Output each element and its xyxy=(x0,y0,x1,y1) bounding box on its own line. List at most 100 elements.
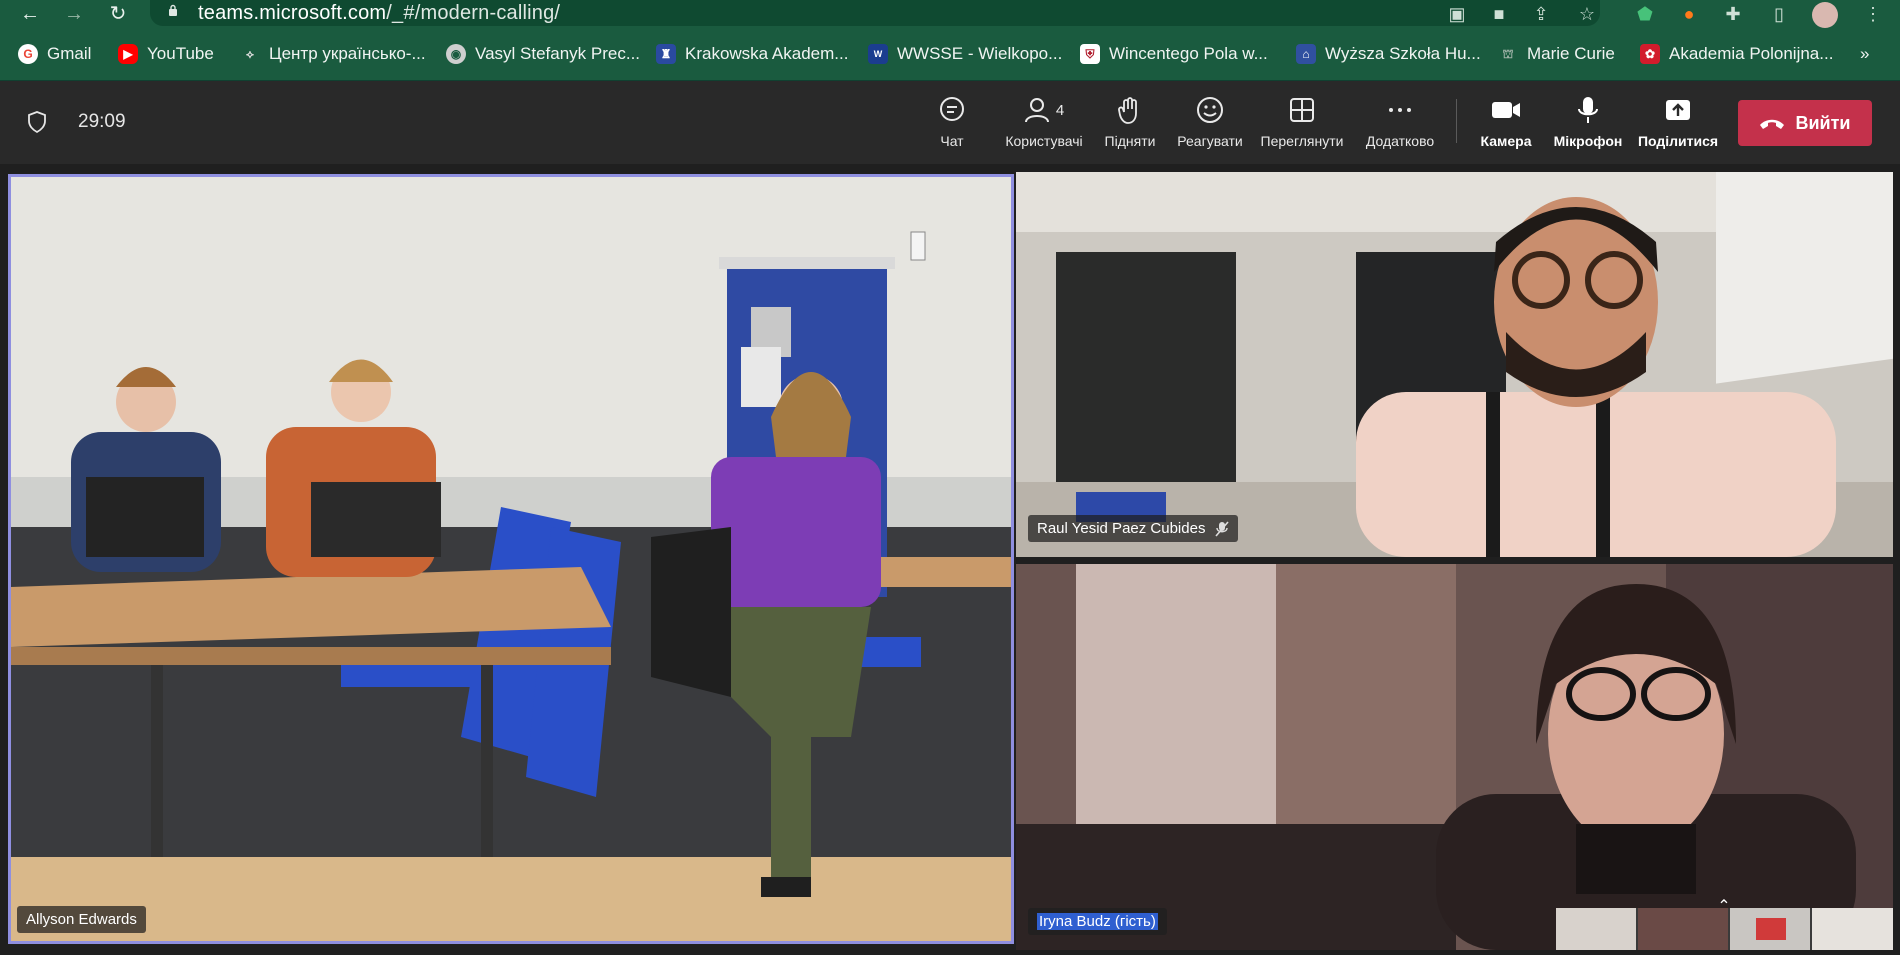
university-icon: ◉ xyxy=(446,44,466,64)
call-timer: 29:09 xyxy=(78,111,126,132)
bookmark-label: Akademia Polonijna... xyxy=(1669,44,1834,63)
forward-icon[interactable]: → xyxy=(62,2,86,26)
participant-name-raul: Raul Yesid Paez Cubides xyxy=(1028,515,1239,542)
bookmark-akademia-polonijna[interactable]: ✿ Akademia Polonijna... xyxy=(1640,42,1833,66)
react-label: Реагувати xyxy=(1177,133,1243,149)
participant-video-raul xyxy=(1016,172,1893,557)
camera-label: Камера xyxy=(1480,133,1532,149)
bookmark-krakowska[interactable]: ♜ Krakowska Akadem... xyxy=(656,42,848,66)
leave-label: Вийти xyxy=(1795,112,1851,133)
url-host: teams.microsoft.com xyxy=(198,2,387,24)
video-tile-iryna[interactable]: Iryna Budz (гість) xyxy=(1016,564,1893,950)
raise-hand-icon xyxy=(1118,97,1137,124)
toolbar-divider xyxy=(1456,99,1457,143)
share-button[interactable]: Поділитися xyxy=(1636,95,1720,149)
mic-muted-icon xyxy=(1215,520,1230,537)
extensions-puzzle-icon[interactable]: ✚ xyxy=(1722,3,1744,25)
view-grid-icon xyxy=(1290,98,1314,122)
react-button[interactable]: Реагувати xyxy=(1172,95,1248,149)
bookmark-icon: ⟡ xyxy=(246,47,254,61)
people-button[interactable]: 4 Користувачі xyxy=(994,95,1094,149)
chevron-up-icon[interactable]: ⌃ xyxy=(1710,896,1738,916)
browser-address-bar: ← → ↻ teams.microsoft.com/_#/modern-call… xyxy=(0,0,1900,28)
bookmark-marie-curie[interactable]: ⛫ Marie Curie xyxy=(1498,42,1615,66)
extension-badge-icon[interactable]: ● xyxy=(1678,3,1700,25)
raise-hand-button[interactable]: Підняти xyxy=(1098,95,1162,149)
microphone-icon xyxy=(1578,97,1598,123)
url-text: teams.microsoft.com/_#/modern-calling/ xyxy=(198,2,560,25)
camera-permission-icon[interactable]: ■ xyxy=(1488,3,1510,25)
university-icon: ♜ xyxy=(656,44,676,64)
university-icon: ⌂ xyxy=(1296,44,1316,64)
bookmark-star-icon[interactable]: ☆ xyxy=(1576,3,1598,25)
side-panel-icon[interactable]: ▯ xyxy=(1768,3,1790,25)
university-icon: ✿ xyxy=(1640,44,1660,64)
people-count: 4 xyxy=(1055,101,1065,119)
video-tile-main[interactable]: Allyson Edwards xyxy=(8,174,1014,944)
back-icon[interactable]: ← xyxy=(18,2,42,26)
chat-button[interactable]: Чат xyxy=(922,95,982,149)
bookmark-label: YouTube xyxy=(147,44,214,63)
lock-icon xyxy=(169,4,177,16)
shield-icon xyxy=(28,111,46,133)
bookmark-label: Gmail xyxy=(47,44,92,63)
bookmark-label: Krakowska Akadem... xyxy=(685,44,849,63)
bookmark-label: Vasyl Stefanyk Prec... xyxy=(475,44,641,63)
call-control-bar: 29:09 Чат 4 Користувачі Підняти Реагуват… xyxy=(0,81,1900,164)
bookmark-youtube[interactable]: ▶ YouTube xyxy=(118,42,214,66)
classroom-video xyxy=(11,177,1011,941)
leave-call-button[interactable]: Вийти xyxy=(1738,100,1872,146)
more-bookmarks-button[interactable]: » xyxy=(1860,42,1869,66)
more-label: Додатково xyxy=(1365,133,1435,149)
view-button[interactable]: Переглянути xyxy=(1256,95,1348,149)
raise-hand-label: Підняти xyxy=(1104,133,1156,149)
more-bookmarks-label: » xyxy=(1860,44,1870,63)
university-icon: W xyxy=(868,44,888,64)
microphone-button[interactable]: Мікрофон xyxy=(1550,95,1626,149)
chat-label: Чат xyxy=(940,133,964,149)
university-icon: ⛨ xyxy=(1080,44,1100,64)
participant-name-text: Raul Yesid Paez Cubides xyxy=(1037,520,1206,537)
camera-icon xyxy=(1492,102,1520,118)
cast-icon[interactable]: ▣ xyxy=(1446,3,1468,25)
video-stage: Allyson Edwards Raul Yesid Paez Cubides xyxy=(0,164,1900,950)
reload-icon[interactable]: ↻ xyxy=(106,2,130,26)
hang-up-icon xyxy=(1760,119,1785,129)
people-icon xyxy=(1024,98,1049,123)
more-dots-icon xyxy=(1389,108,1411,112)
bookmark-label: WWSSE - Wielkopo... xyxy=(897,44,1063,63)
bookmark-label: Центр українсько-... xyxy=(269,44,426,63)
bookmark-wyzsza-szkola[interactable]: ⌂ Wyższa Szkoła Hu... xyxy=(1296,42,1481,66)
bookmark-vasyl-stefanyk[interactable]: ◉ Vasyl Stefanyk Prec... xyxy=(446,42,640,66)
emoji-icon xyxy=(1197,97,1223,123)
profile-avatar[interactable] xyxy=(1812,2,1838,28)
bookmark-label: Wyższa Szkoła Hu... xyxy=(1325,44,1481,63)
video-tile-raul[interactable]: Raul Yesid Paez Cubides xyxy=(1016,172,1893,557)
gmail-icon: G xyxy=(18,44,38,64)
share-screen-icon xyxy=(1666,100,1690,120)
bookmark-gmail[interactable]: G Gmail xyxy=(18,42,91,66)
participant-video-iryna xyxy=(1016,564,1893,950)
share-page-icon[interactable]: ⇪ xyxy=(1530,3,1552,25)
chat-icon xyxy=(940,97,964,121)
view-label: Переглянути xyxy=(1260,133,1344,149)
participant-name-main: Allyson Edwards xyxy=(17,906,146,933)
browser-menu-icon[interactable]: ⋮ xyxy=(1862,3,1884,25)
bookmark-wincentego-pola[interactable]: ⛨ Wincentego Pola w... xyxy=(1080,42,1268,66)
participant-name-iryna: Iryna Budz (гість) xyxy=(1028,908,1167,935)
share-label: Поділитися xyxy=(1637,133,1719,149)
bookmarks-bar: G Gmail ▶ YouTube ⟡ Центр українсько-... ◉ V… xyxy=(0,28,1900,81)
microphone-label: Мікрофон xyxy=(1553,133,1623,149)
url-path: /_#/modern-calling/ xyxy=(386,2,561,24)
bookmark-label: Wincentego Pola w... xyxy=(1109,44,1268,63)
url-field[interactable]: teams.microsoft.com/_#/modern-calling/ xyxy=(150,0,1600,26)
youtube-icon: ▶ xyxy=(118,44,138,64)
more-button[interactable]: Додатково xyxy=(1358,95,1442,149)
bookmark-wwsse[interactable]: W WWSSE - Wielkopo... xyxy=(868,42,1062,66)
bookmark-ukrainian-center[interactable]: ⟡ Центр українсько-... xyxy=(240,42,426,66)
participant-name-text: Iryna Budz (гість) xyxy=(1037,913,1158,930)
camera-button[interactable]: Камера xyxy=(1474,95,1538,149)
shield-extension-icon[interactable]: ⬟ xyxy=(1634,3,1656,25)
bookmark-label: Marie Curie xyxy=(1527,44,1615,63)
university-icon: ⛫ xyxy=(1502,47,1514,61)
